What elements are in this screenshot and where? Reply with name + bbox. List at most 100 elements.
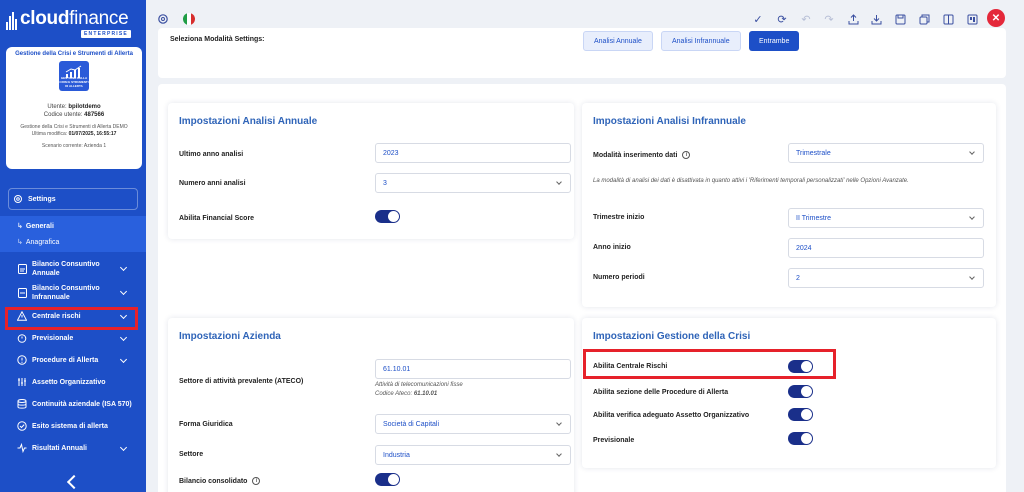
assetto-organizzativo-label: Abilita verifica adeguato Assetto Organi… — [593, 412, 750, 419]
return-arrow-icon: ↳ — [17, 239, 23, 246]
sidebar-item-procedure-allerta[interactable]: Procedure di Allerta — [0, 349, 146, 371]
sidebar-item-assetto-organizzativo[interactable]: Assetto Organizzativo — [0, 371, 146, 393]
chevron-down-icon — [119, 443, 128, 452]
mode-option-infrannuale[interactable]: Analisi Infrannuale — [661, 31, 741, 51]
assetto-organizzativo-toggle[interactable] — [788, 408, 813, 421]
financial-score-toggle[interactable] — [375, 210, 400, 223]
select-value: Industria — [383, 451, 410, 459]
procedure-allerta-label: Abilita sezione delle Procedure di Aller… — [593, 389, 729, 396]
chevron-down-icon — [969, 214, 975, 220]
last-year-label: Ultimo anno analisi — [179, 151, 244, 158]
ateco-description: Attività di telecomunicazioni fisse — [375, 382, 463, 388]
save-icon[interactable] — [893, 12, 907, 26]
logo-bars-icon — [6, 10, 17, 30]
return-arrow-icon: ↳ — [17, 223, 23, 230]
sector-select[interactable]: Industria — [375, 445, 571, 465]
last-modified: Ultima modifica: 01/07/2025, 16:55:17 — [31, 131, 117, 137]
select-value: 2 — [796, 274, 800, 282]
highlight-box-centrale-rischi — [5, 307, 138, 330]
product-name: Gestione della Crisi e Strumenti di Alle… — [20, 124, 128, 130]
select-value: 3 — [383, 179, 387, 187]
close-icon[interactable]: ✕ — [987, 9, 1005, 27]
chevron-down-icon — [969, 274, 975, 280]
settings-icon[interactable] — [156, 12, 170, 26]
select-value: Società di Capitali — [383, 420, 440, 428]
product-logo-text: GESTIONE DELLA CRISI E STRUMENTI DI ALLE… — [59, 76, 89, 88]
data-entry-mode-select[interactable]: Trimestrale — [788, 143, 984, 163]
layout-icon[interactable] — [965, 12, 979, 26]
flag-it-icon[interactable] — [183, 13, 195, 25]
org-chart-icon — [17, 377, 27, 387]
consolidated-toggle[interactable] — [375, 473, 400, 486]
panel-title: Impostazioni Gestione della Crisi — [593, 331, 751, 342]
product-logo-icon: GESTIONE DELLA CRISI E STRUMENTI DI ALLE… — [59, 61, 89, 91]
financial-score-label: Abilita Financial Score — [179, 215, 255, 222]
sidebar-item-risultati-annuali[interactable]: Risultati Annuali — [0, 437, 146, 459]
stopwatch-icon — [17, 333, 27, 343]
sidebar-item-label: Bilancio Consuntivo Infrannuale — [32, 285, 100, 301]
chevron-down-icon — [556, 179, 562, 185]
logo-text: cloudfinance — [20, 8, 129, 29]
redo-icon[interactable]: ↷ — [822, 12, 836, 26]
copy-icon[interactable] — [917, 12, 931, 26]
user-line: Utente: bpilotdemo — [47, 104, 101, 110]
download-icon[interactable] — [869, 12, 883, 26]
sidebar-item-esito-allerta[interactable]: Esito sistema di allerta — [0, 415, 146, 437]
panel-title: Impostazioni Analisi Annuale — [179, 116, 318, 127]
sidebar-item-settings[interactable]: Settings — [8, 188, 138, 210]
chevron-down-icon — [119, 263, 128, 272]
procedure-allerta-toggle[interactable] — [788, 385, 813, 398]
chevron-down-icon — [556, 420, 562, 426]
document-icon — [17, 264, 27, 274]
columns-icon[interactable] — [941, 12, 955, 26]
alert-circle-icon — [17, 355, 27, 365]
ateco-input[interactable]: 61.10.01 — [375, 359, 571, 379]
ateco-code-note: Codice Ateco: 61.10.01 — [375, 391, 438, 397]
sidebar-subitem-anagrafica[interactable]: ↳ Anagrafica — [0, 234, 146, 250]
mode-option-annuale[interactable]: Analisi Annuale — [583, 31, 653, 51]
sector-label: Settore — [179, 451, 204, 458]
chevron-down-icon — [556, 451, 562, 457]
refresh-icon[interactable]: ⟳ — [775, 12, 789, 26]
sidebar-item-previsionale[interactable]: Previsionale — [0, 327, 146, 349]
chevron-down-icon — [969, 149, 975, 155]
current-scenario: Scenario corrente: Azienda 1 — [41, 143, 107, 149]
chevron-down-icon — [119, 355, 128, 364]
years-count-select[interactable]: 3 — [375, 173, 571, 193]
mode-option-entrambe[interactable]: Entrambe — [749, 31, 800, 51]
pulse-icon — [17, 443, 27, 453]
sidebar-item-label: Settings — [28, 195, 56, 203]
sidebar-subitem-generali[interactable]: ↳ Generali — [0, 218, 146, 234]
sidebar-item-label: Procedure di Allerta — [32, 356, 99, 364]
start-quarter-select[interactable]: II Trimestre — [788, 208, 984, 228]
periods-select[interactable]: 2 — [788, 268, 984, 288]
legal-form-select[interactable]: Società di Capitali — [375, 414, 571, 434]
collapse-sidebar-chevron-icon[interactable] — [66, 474, 82, 490]
start-year-label: Anno inizio — [593, 244, 631, 251]
check-icon[interactable]: ✓ — [751, 12, 765, 26]
chevron-down-icon — [119, 333, 128, 342]
undo-icon[interactable]: ↶ — [799, 12, 813, 26]
sidebar-item-bilancio-annuale[interactable]: Bilancio Consuntivo Annuale — [0, 257, 146, 281]
info-icon[interactable]: i — [682, 151, 691, 159]
sidebar-item-label: Risultati Annuali — [32, 444, 87, 452]
cloudfinance-logo: cloudfinance ENTERPRISE — [6, 8, 142, 38]
profile-title: Gestione della Crisi e Strumenti di Alle… — [15, 51, 133, 57]
start-quarter-label: Trimestre inizio — [593, 214, 645, 221]
last-year-input[interactable]: 2023 — [375, 143, 571, 163]
info-icon[interactable]: i — [252, 477, 261, 485]
sidebar-item-continuita-aziendale[interactable]: Continuità aziendale (ISA 570) — [0, 393, 146, 415]
consolidated-label: Bilancio consolidato i — [179, 477, 261, 485]
upload-icon[interactable] — [846, 12, 860, 26]
mode-label: Seleziona Modalità Settings: — [170, 36, 265, 43]
panel-title: Impostazioni Analisi Infrannuale — [593, 116, 746, 127]
document-icon — [17, 288, 27, 298]
years-count-label: Numero anni analisi — [179, 180, 246, 187]
previsionale-toggle[interactable] — [788, 432, 813, 445]
data-entry-mode-label: Modalità inserimento dati i — [593, 151, 691, 159]
legal-form-label: Forma Giuridica — [179, 421, 233, 428]
start-year-input[interactable]: 2024 — [788, 238, 984, 258]
sidebar-item-label: Previsionale — [32, 334, 74, 342]
sidebar-item-bilancio-infrannuale[interactable]: Bilancio Consuntivo Infrannuale — [0, 281, 146, 305]
logo-subtitle: ENTERPRISE — [81, 30, 131, 38]
